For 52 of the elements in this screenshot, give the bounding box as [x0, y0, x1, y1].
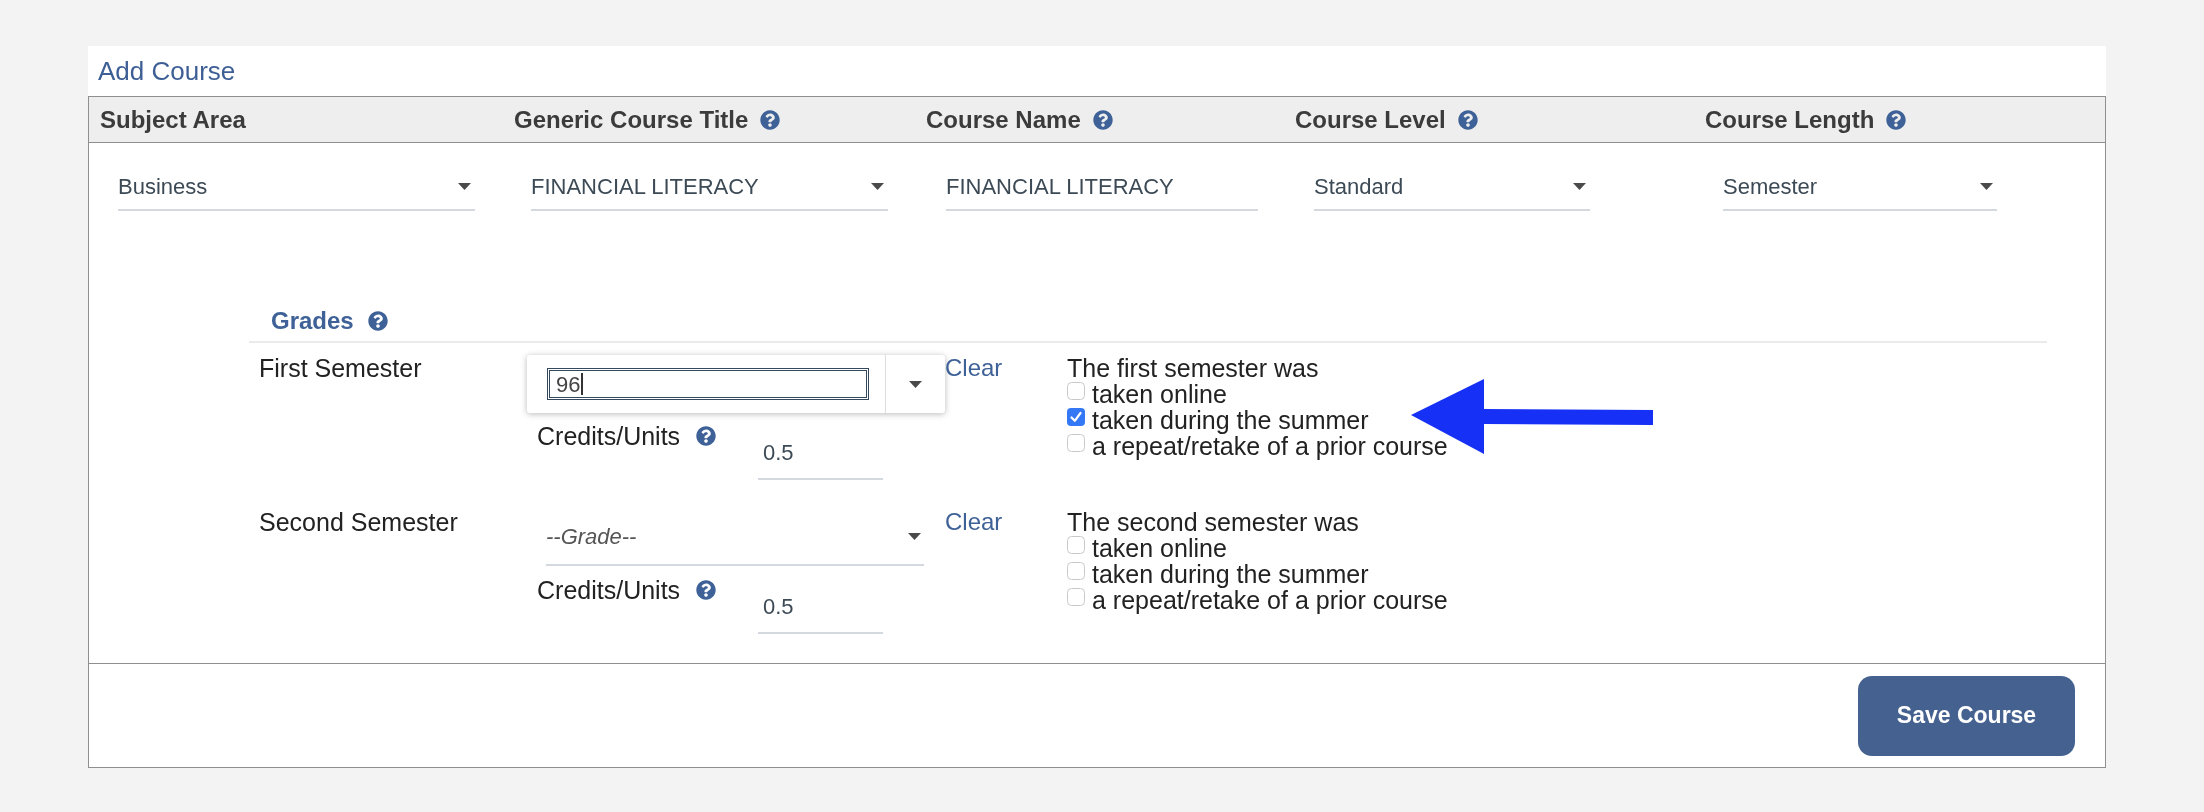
column-header: Course Length — [1705, 104, 1875, 135]
dropdown[interactable]: Semester — [1723, 163, 1997, 211]
checkbox[interactable] — [1067, 562, 1085, 580]
caret-icon — [909, 380, 922, 388]
credits-label: Credits/Units — [537, 423, 681, 449]
column-header: Generic Course Title — [514, 104, 749, 135]
semester-label: Second Semester — [259, 509, 458, 535]
caret-icon — [908, 533, 921, 540]
section-title: Grades — [271, 305, 354, 336]
checkbox[interactable] — [1067, 408, 1085, 426]
clear-link[interactable]: Clear — [945, 509, 1003, 535]
grade-dropdown[interactable]: --Grade-- — [546, 509, 924, 566]
caret-icon — [871, 182, 884, 190]
column-header: Subject Area — [100, 104, 246, 135]
caret-icon — [458, 182, 471, 190]
help-icon[interactable] — [1092, 109, 1113, 130]
checkbox-label: taken during the summer — [1092, 561, 1369, 587]
grade-dropdown[interactable]: 96 — [527, 355, 945, 413]
column-header: Course Name — [926, 104, 1081, 135]
checkbox[interactable] — [1067, 434, 1085, 452]
credits-field[interactable]: 0.5 — [758, 580, 883, 634]
semester-label: First Semester — [259, 355, 422, 381]
help-icon[interactable] — [1457, 109, 1478, 130]
save-button[interactable]: Save Course — [1858, 675, 2075, 756]
checkbox-label: a repeat/retake of a prior course — [1092, 587, 1448, 613]
form-title: Add Course — [98, 54, 236, 88]
help-icon[interactable] — [367, 310, 388, 331]
help-icon[interactable] — [1886, 109, 1907, 130]
checkbox-label: taken online — [1092, 381, 1227, 407]
options-title: The second semester was — [1067, 509, 1359, 535]
help-icon[interactable] — [760, 109, 781, 130]
text-field[interactable]: FINANCIAL LITERACY — [946, 163, 1258, 211]
checkbox-label: a repeat/retake of a prior course — [1092, 433, 1448, 459]
checkbox-label: taken online — [1092, 535, 1227, 561]
dropdown[interactable]: Standard — [1314, 163, 1590, 211]
search-field[interactable]: 96 — [547, 368, 869, 400]
dropdown[interactable]: FINANCIAL LITERACY — [531, 163, 888, 211]
options-title: The first semester was — [1067, 355, 1319, 381]
credits-field[interactable]: 0.5 — [758, 426, 883, 480]
help-icon[interactable] — [696, 580, 717, 600]
caret-icon — [1573, 182, 1586, 190]
clear-link[interactable]: Clear — [945, 355, 1003, 381]
checkbox-label: taken during the summer — [1092, 407, 1369, 433]
dropdown[interactable]: Business — [118, 163, 475, 211]
checkbox[interactable] — [1067, 536, 1085, 554]
caret-icon — [1980, 182, 1993, 190]
help-icon[interactable] — [696, 426, 717, 446]
text-cursor — [581, 373, 584, 395]
column-header: Course Level — [1295, 104, 1446, 135]
checkbox[interactable] — [1067, 382, 1085, 400]
checkbox[interactable] — [1067, 588, 1085, 606]
credits-label: Credits/Units — [537, 577, 681, 603]
